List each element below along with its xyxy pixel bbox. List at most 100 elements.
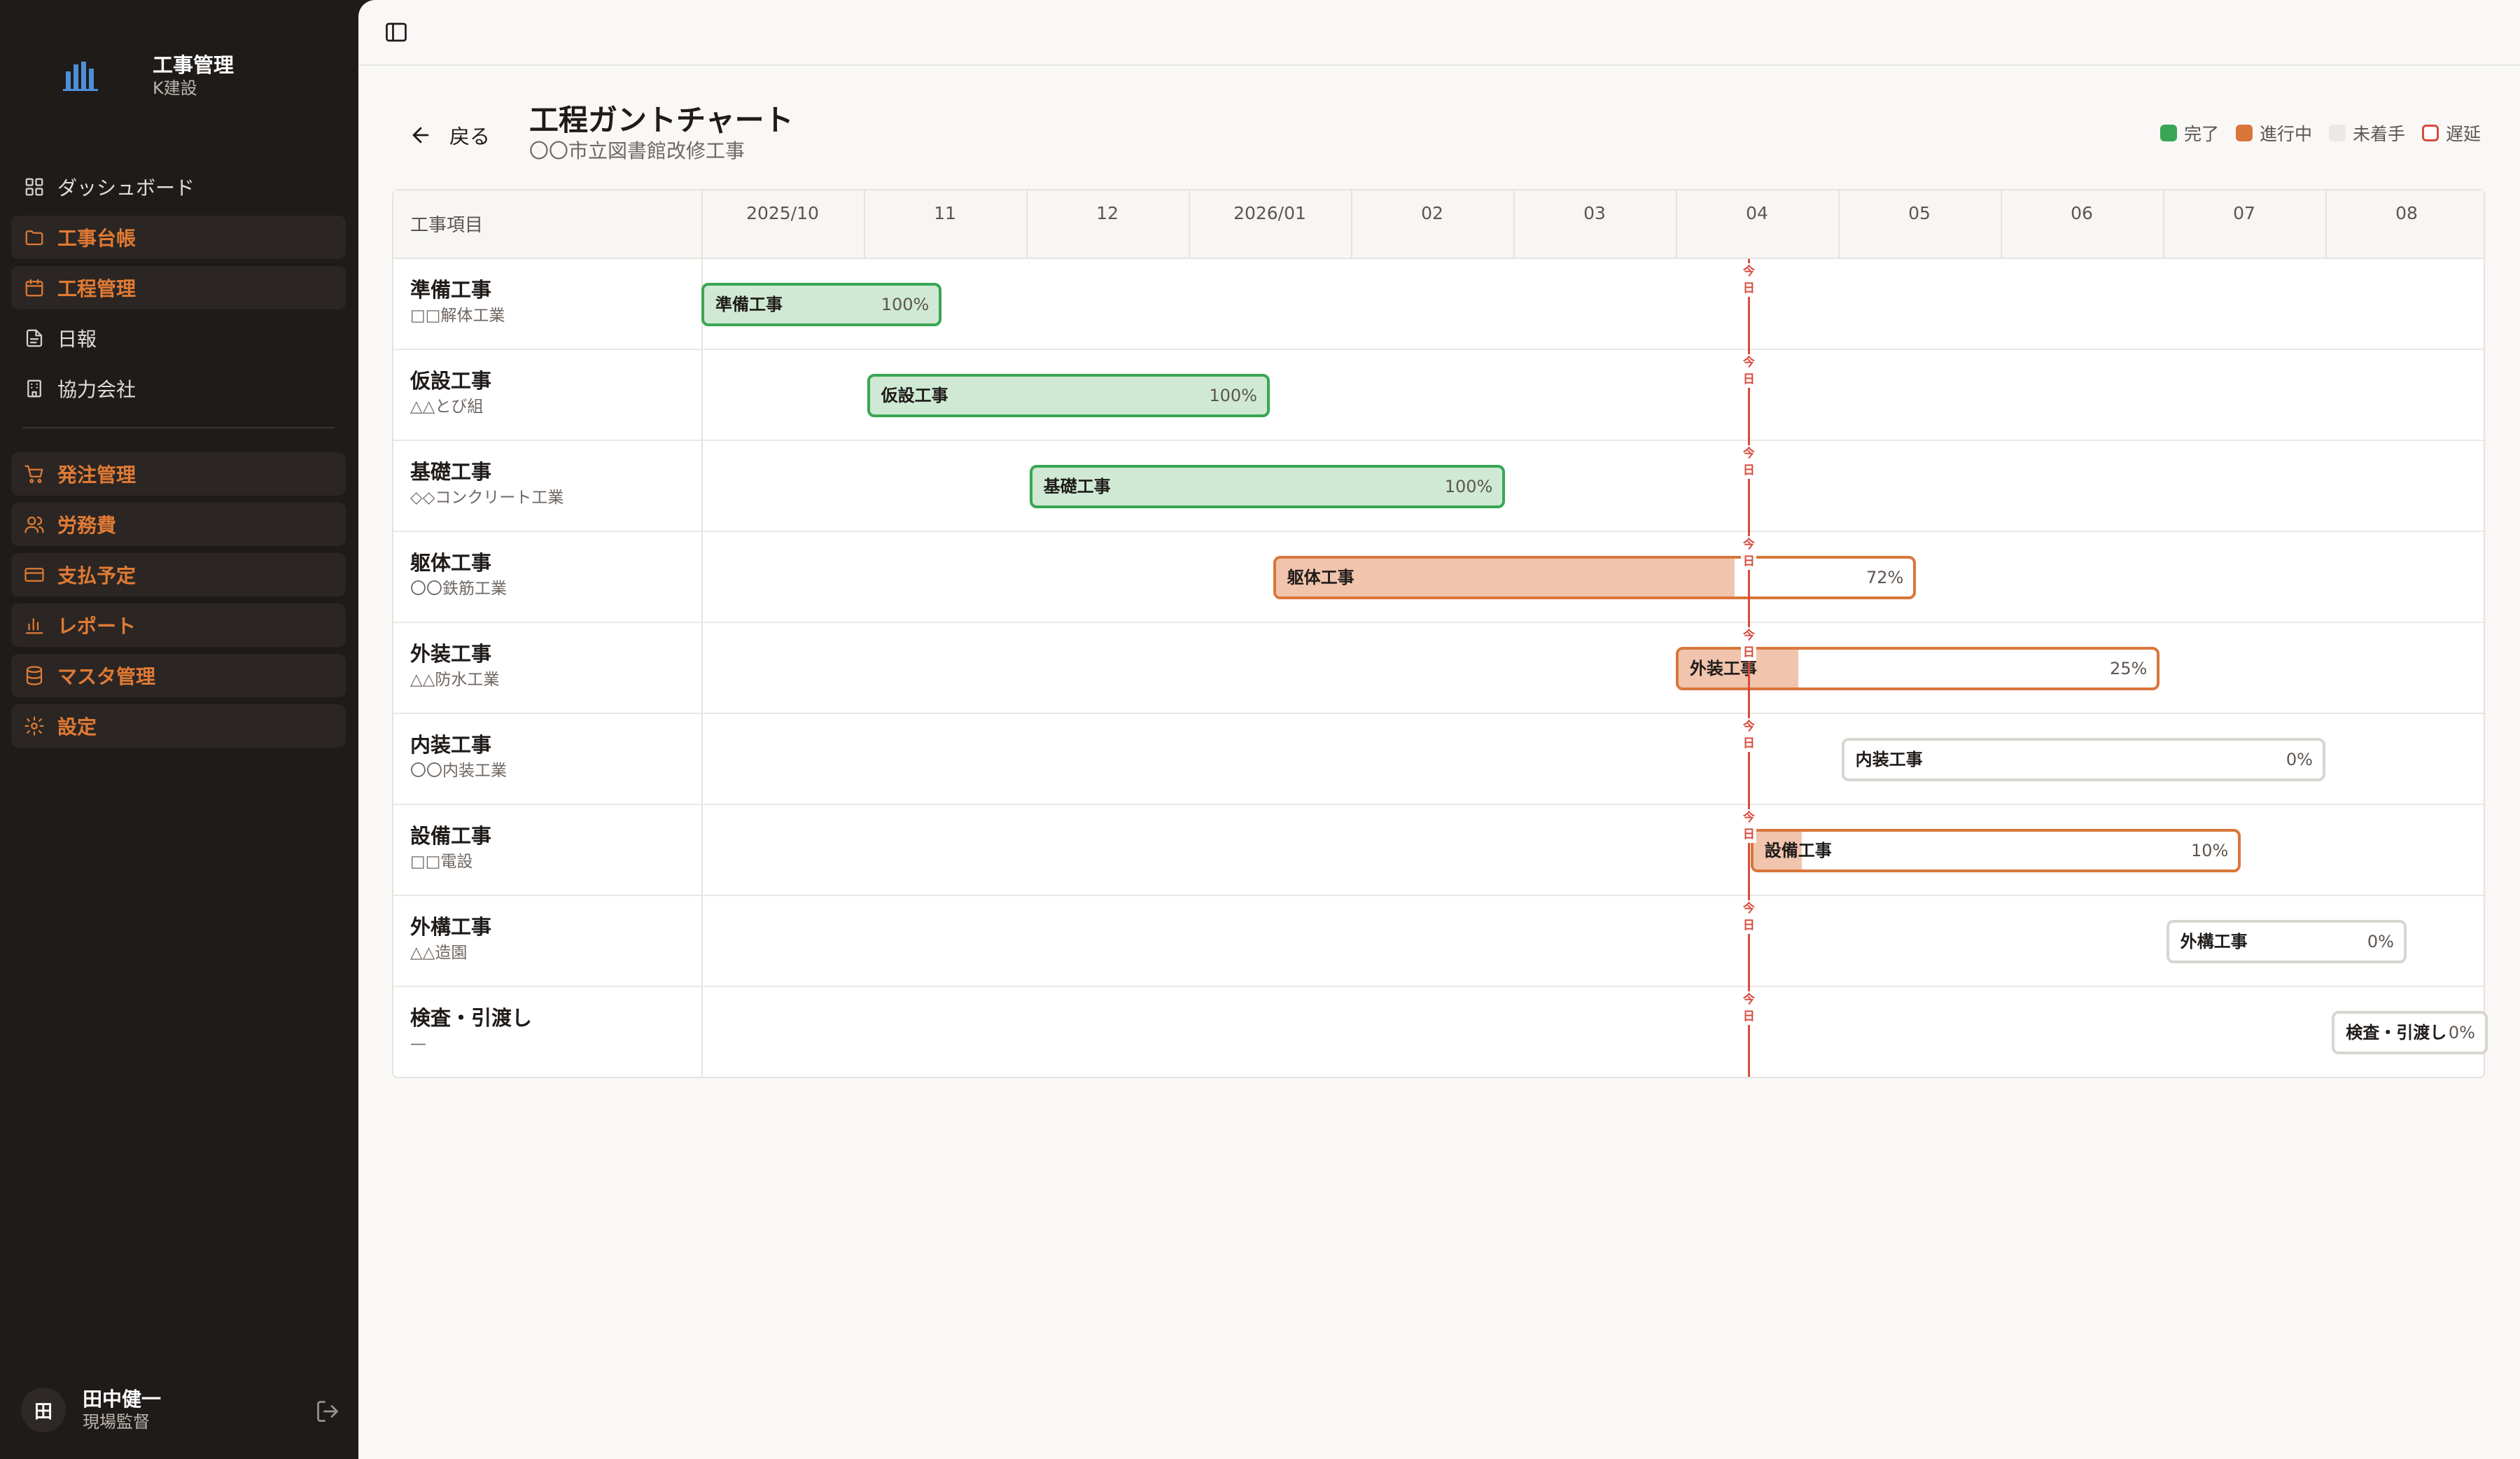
task-column-header: 工事項目 xyxy=(410,215,484,236)
task-bar[interactable]: 躯体工事 72% xyxy=(1273,556,1917,599)
bar-progress: 0% xyxy=(2367,932,2394,951)
back-label: 戻る xyxy=(449,125,491,148)
sidebar-nav: ダッシュボード工事台帳工程管理日報協力会社発注管理労務費支払予定レポートマスタ管… xyxy=(11,165,346,755)
task-bar[interactable]: 検査・引渡し 0% xyxy=(2332,1011,2488,1054)
legend-swatch xyxy=(2235,125,2253,141)
user-role: 現場監督 xyxy=(83,1412,150,1432)
month-label: 07 xyxy=(2233,203,2255,223)
today-label: 今日 xyxy=(1741,445,1757,479)
legend-label: 完了 xyxy=(2183,124,2219,144)
legend-item: 未着手 xyxy=(2328,120,2405,146)
bar-label: 検査・引渡し xyxy=(2346,1023,2447,1042)
legend-item: 完了 xyxy=(2160,120,2219,146)
building-logo-icon xyxy=(56,50,106,101)
main-content: 戻る 工程ガントチャート 〇〇市立図書館改修工事 完了 進行中 未着手 遅延 工事項目… xyxy=(358,0,2520,1459)
card-icon xyxy=(24,564,45,585)
sidebar-item-3[interactable]: 日報 xyxy=(11,316,346,360)
task-bar[interactable]: 内装工事 0% xyxy=(1841,738,2325,781)
legend-swatch xyxy=(2160,125,2177,141)
logout-icon[interactable] xyxy=(315,1399,340,1424)
month-label: 2026/01 xyxy=(1233,203,1306,223)
bar-label: 準備工事 xyxy=(715,295,783,314)
task-name: 基礎工事 xyxy=(410,460,492,484)
task-name: 準備工事 xyxy=(410,278,492,302)
task-bar[interactable]: 設備工事 10% xyxy=(1750,829,2241,872)
task-name: 内装工事 xyxy=(410,733,492,757)
month-label: 06 xyxy=(2071,203,2093,223)
brand[interactable]: 工事管理 K建設 xyxy=(56,50,234,101)
month-divider xyxy=(2163,190,2164,259)
gantt-row: 内装工事 〇〇内装工業 内装工事 0% xyxy=(393,714,2484,805)
month-divider xyxy=(1513,190,1515,259)
gantt-row: 設備工事 □□電設 設備工事 10% xyxy=(393,805,2484,896)
sidebar-item-label: 支払予定 xyxy=(57,564,136,587)
sidebar-item-2[interactable]: 工程管理 xyxy=(11,266,346,309)
sidebar-item-label: ダッシュボード xyxy=(57,176,195,200)
today-label: 今日 xyxy=(1741,991,1757,1025)
month-divider xyxy=(2001,190,2002,259)
user-profile: 田 田中健一 現場監督 xyxy=(21,1388,340,1432)
today-label: 今日 xyxy=(1741,536,1757,570)
sidebar-item-label: 発注管理 xyxy=(57,463,136,487)
month-label: 05 xyxy=(1908,203,1931,223)
bar-label: 仮設工事 xyxy=(881,386,948,405)
sidebar-item-label: 日報 xyxy=(57,328,97,351)
task-vendor: ◇◇コンクリート工業 xyxy=(410,489,564,507)
today-label: 今日 xyxy=(1741,263,1757,297)
task-column-divider xyxy=(701,190,703,258)
legend-swatch xyxy=(2328,125,2346,141)
sidebar-item-5[interactable]: 発注管理 xyxy=(11,452,346,496)
task-column-divider xyxy=(701,714,703,804)
task-column-divider xyxy=(701,532,703,622)
legend-item: 遅延 xyxy=(2421,120,2481,146)
gear-icon xyxy=(24,715,45,737)
legend-label: 未着手 xyxy=(2352,124,2405,144)
bar-progress: 25% xyxy=(2110,659,2148,678)
bar-progress: 100% xyxy=(881,295,930,314)
page-title: 工程ガントチャート xyxy=(529,103,794,137)
sidebar-item-label: マスタ管理 xyxy=(57,665,156,688)
task-bar[interactable]: 仮設工事 100% xyxy=(867,374,1270,417)
task-column-divider xyxy=(701,441,703,531)
building-icon xyxy=(24,378,45,399)
bar-progress: 72% xyxy=(1866,568,1904,587)
gantt-row: 外構工事 △△造園 外構工事 0% xyxy=(393,896,2484,987)
back-button[interactable]: 戻る xyxy=(409,120,490,150)
sidebar: 工事管理 K建設 ダッシュボード工事台帳工程管理日報協力会社発注管理労務費支払予… xyxy=(0,0,358,1459)
bar-progress: 10% xyxy=(2191,841,2229,860)
today-label: 今日 xyxy=(1741,627,1757,661)
bar-label: 外構工事 xyxy=(2180,932,2248,951)
month-label: 02 xyxy=(1421,203,1443,223)
gantt-row: 基礎工事 ◇◇コンクリート工業 基礎工事 100% xyxy=(393,441,2484,532)
sidebar-item-8[interactable]: レポート xyxy=(11,603,346,647)
legend-swatch xyxy=(2421,125,2439,141)
sidebar-item-7[interactable]: 支払予定 xyxy=(11,553,346,596)
sidebar-item-4[interactable]: 協力会社 xyxy=(11,367,346,410)
task-bar[interactable]: 準備工事 100% xyxy=(701,283,942,326)
sidebar-toggle-icon[interactable] xyxy=(384,20,409,45)
bar-label: 躯体工事 xyxy=(1287,568,1354,587)
gantt-row: 外装工事 △△防水工業 外装工事 25% xyxy=(393,623,2484,714)
avatar[interactable]: 田 xyxy=(21,1388,66,1432)
month-divider xyxy=(1026,190,1028,259)
task-bar[interactable]: 外構工事 0% xyxy=(2166,920,2407,963)
users-icon xyxy=(24,514,45,535)
sidebar-item-label: 工程管理 xyxy=(57,277,136,300)
nav-divider xyxy=(22,427,335,428)
today-label: 今日 xyxy=(1741,354,1757,388)
cart-icon xyxy=(24,463,45,484)
task-bar[interactable]: 基礎工事 100% xyxy=(1029,465,1506,508)
task-vendor: △△防水工業 xyxy=(410,671,500,689)
legend-label: 遅延 xyxy=(2445,124,2481,144)
task-column-divider xyxy=(701,623,703,713)
bar-label: 内装工事 xyxy=(1855,750,1923,769)
sidebar-item-10[interactable]: 設定 xyxy=(11,704,346,748)
task-name: 検査・引渡し xyxy=(410,1006,533,1030)
gantt-row: 躯体工事 〇〇鉄筋工業 躯体工事 72% xyxy=(393,532,2484,623)
task-column-divider xyxy=(701,987,703,1078)
sidebar-item-0[interactable]: ダッシュボード xyxy=(11,165,346,209)
sidebar-item-6[interactable]: 労務費 xyxy=(11,503,346,546)
sidebar-item-9[interactable]: マスタ管理 xyxy=(11,654,346,697)
task-vendor: △△造園 xyxy=(410,944,468,962)
sidebar-item-1[interactable]: 工事台帳 xyxy=(11,216,346,259)
